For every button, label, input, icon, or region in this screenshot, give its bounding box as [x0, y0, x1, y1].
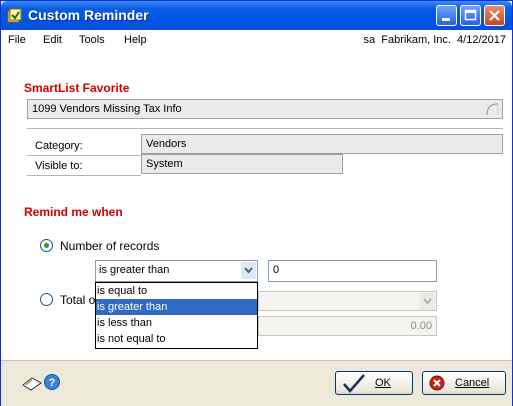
minimize-button[interactable] [436, 5, 457, 26]
cancel-icon [429, 375, 445, 391]
help-icon[interactable]: ? [43, 373, 61, 391]
menu-bar: File Edit Tools Help sa Fabrikam, Inc. 4… [1, 30, 512, 52]
chevron-down-icon [420, 293, 435, 310]
cancel-button[interactable]: Cancel [422, 371, 506, 395]
total-radio[interactable] [40, 293, 53, 306]
chevron-down-icon[interactable] [241, 262, 256, 279]
custom-reminder-window: Custom Reminder File Edit Tools Help sa … [0, 0, 513, 406]
condition-dropdown-list: is equal to is greater than is less than… [95, 282, 258, 349]
record-count-input[interactable]: 0 [268, 260, 437, 282]
menu-edit[interactable]: Edit [43, 34, 62, 46]
divider [27, 128, 503, 129]
category-label: Category: [35, 140, 83, 152]
record-count-value: 0 [273, 264, 280, 276]
divider [27, 155, 141, 156]
smartlist-favorite-field: 1099 Vendors Missing Tax Info [27, 99, 503, 119]
category-value: Vendors [146, 138, 187, 150]
menu-tools[interactable]: Tools [79, 34, 105, 46]
menu-help[interactable]: Help [124, 34, 147, 46]
dropdown-option-greater[interactable]: is greater than [96, 299, 257, 315]
condition-selected-value: is greater than [99, 264, 170, 276]
company-date-info: sa Fabrikam, Inc. 4/12/2017 [363, 34, 506, 46]
ok-button-label: OK [375, 377, 391, 389]
condition-combo[interactable]: is greater than [95, 260, 258, 282]
title-bar[interactable]: Custom Reminder [1, 1, 512, 30]
visible-to-field: System [141, 154, 343, 174]
smartlist-favorite-value: 1099 Vendors Missing Tax Info [32, 103, 182, 115]
number-of-records-radio[interactable] [40, 239, 53, 252]
category-field: Vendors [141, 134, 503, 154]
dropdown-option-equal[interactable]: is equal to [96, 283, 257, 299]
window-title: Custom Reminder [28, 7, 149, 23]
checkmark-icon [343, 374, 365, 393]
visible-to-value: System [146, 158, 183, 170]
smartlist-favorite-heading: SmartList Favorite [24, 81, 130, 95]
dropdown-option-not-equal[interactable]: is not equal to [96, 331, 257, 347]
lookup-icon[interactable] [485, 102, 499, 116]
total-label[interactable]: Total o [60, 293, 95, 307]
total-amount-input: 0.00 [258, 316, 437, 336]
menu-file[interactable]: File [8, 34, 26, 46]
ok-button[interactable]: OK [335, 371, 413, 395]
remind-me-when-heading: Remind me when [24, 205, 123, 219]
divider [27, 175, 141, 176]
note-icon[interactable] [21, 375, 43, 391]
visible-to-label: Visible to: [35, 160, 83, 172]
number-of-records-label[interactable]: Number of records [60, 239, 159, 253]
cancel-button-label: Cancel [455, 377, 490, 389]
total-field-combo [258, 291, 437, 311]
reminder-app-icon [7, 8, 23, 24]
total-amount-value: 0.00 [410, 320, 432, 332]
svg-text:?: ? [49, 377, 56, 389]
radio-selected-dot [44, 243, 49, 248]
dropdown-option-less[interactable]: is less than [96, 315, 257, 331]
close-button[interactable] [484, 5, 505, 26]
maximize-button[interactable] [460, 5, 481, 26]
